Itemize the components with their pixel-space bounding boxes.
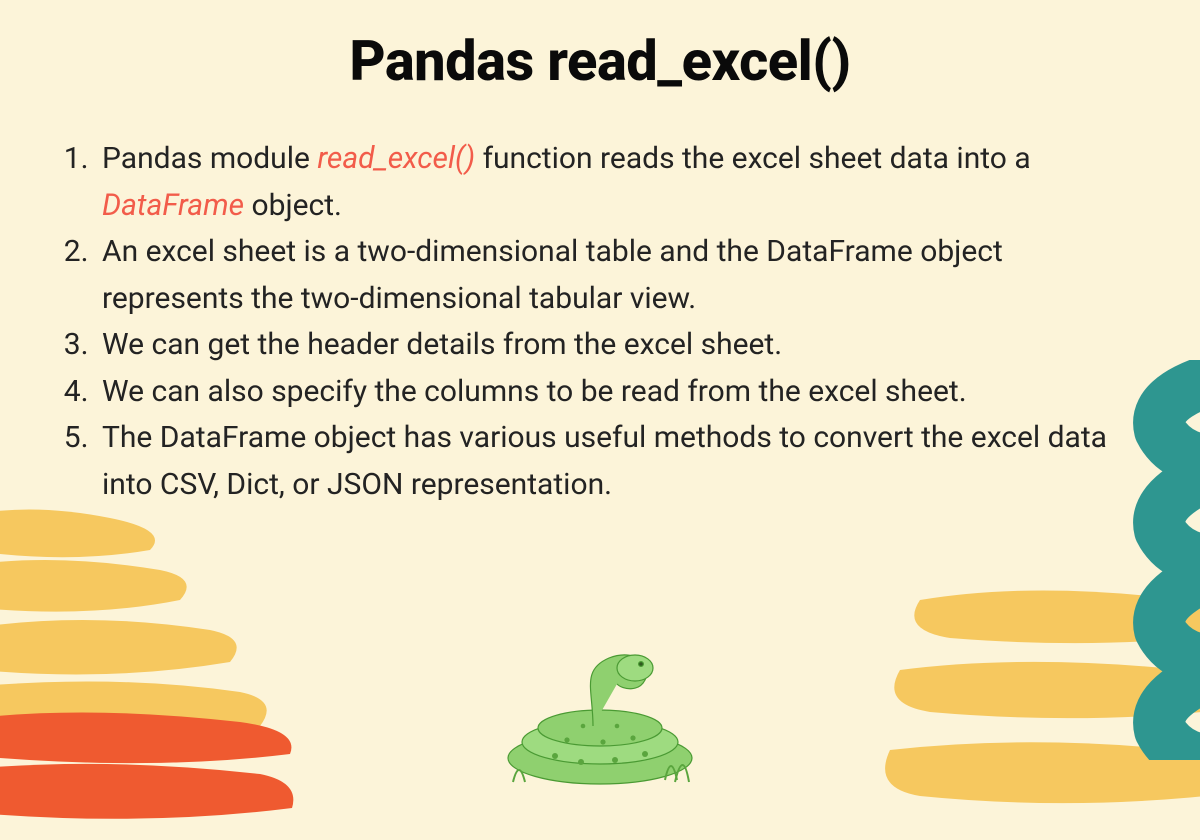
snake-icon: [485, 630, 715, 790]
list-item: An excel sheet is a two-dimensional tabl…: [96, 229, 1140, 322]
list-item-text: We can also specify the columns to be re…: [102, 374, 967, 409]
highlight-text: DataFrame: [102, 188, 244, 223]
list-item-text: Pandas module: [102, 141, 317, 176]
squiggle-teal-icon: [900, 360, 1200, 760]
list-item-text: function reads the excel sheet data into…: [475, 141, 1031, 176]
brush-orange-icon: [0, 710, 300, 830]
list-item-text: We can get the header details from the e…: [102, 327, 782, 362]
highlight-text: read_excel(): [317, 141, 475, 176]
list-item-text: object.: [244, 188, 342, 223]
list-item: Pandas module read_excel() function read…: [96, 136, 1140, 229]
page-title: Pandas read_excel(): [0, 0, 1200, 94]
list-item-text: An excel sheet is a two-dimensional tabl…: [102, 234, 1003, 316]
